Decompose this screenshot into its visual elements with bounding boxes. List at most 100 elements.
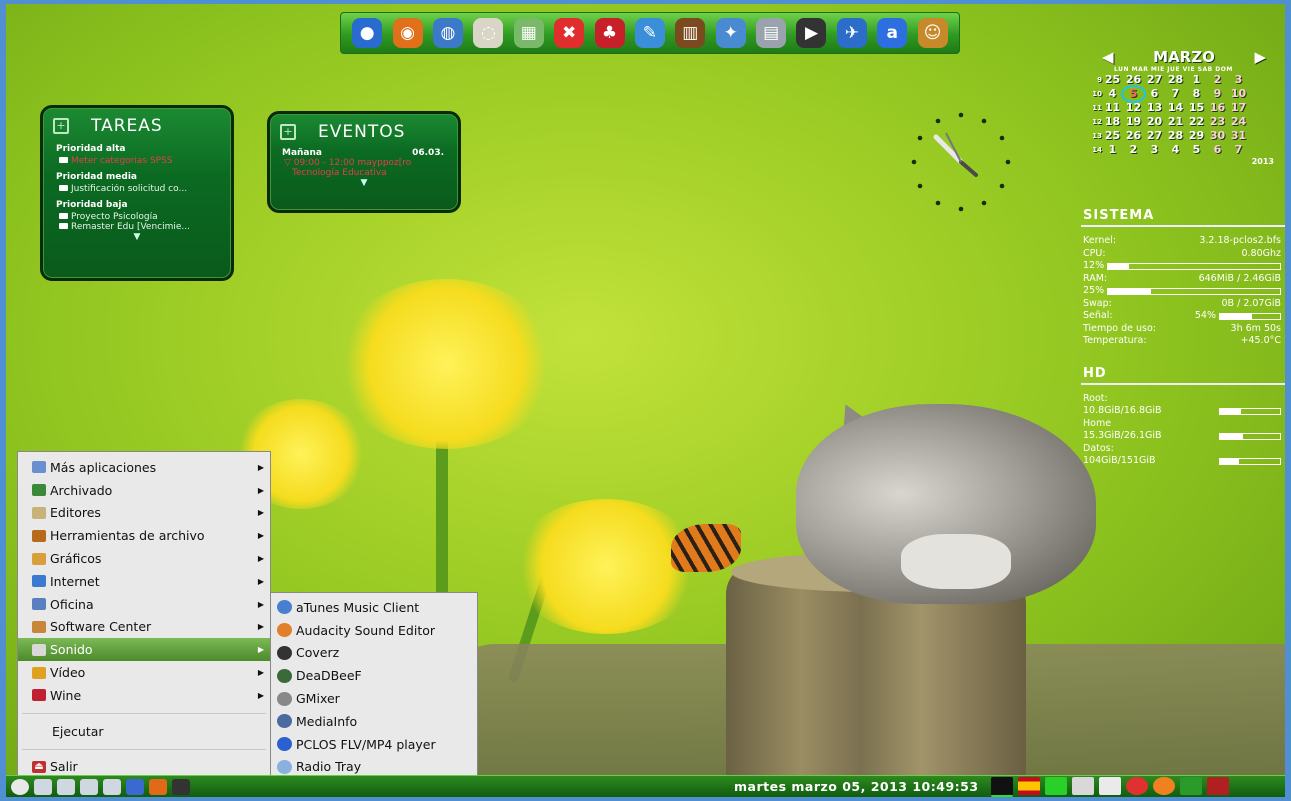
task-item[interactable]: Remaster Edu [Vencimie...: [43, 222, 231, 232]
submenu-item-deadbeef[interactable]: DeaDBeeF: [271, 664, 477, 687]
event-item[interactable]: ▽ 09:00 - 12:00 mayppoz[ro: [270, 158, 458, 168]
umplayer-icon[interactable]: ▶: [796, 18, 827, 48]
submenu-item-audacity-sound-editor[interactable]: Audacity Sound Editor: [271, 619, 477, 642]
calendar-day[interactable]: 15: [1186, 101, 1207, 115]
calendar-day[interactable]: 1: [1102, 143, 1123, 157]
calendar-day[interactable]: 7: [1228, 143, 1249, 157]
calendar-day[interactable]: 20: [1144, 115, 1165, 129]
menu-item-software-center[interactable]: Software Center ▶: [18, 616, 270, 639]
calendar-day[interactable]: 3: [1144, 143, 1165, 157]
library-icon[interactable]: ▥: [675, 18, 706, 48]
calendar-day[interactable]: 28: [1165, 129, 1186, 143]
calendar-day[interactable]: 27: [1144, 73, 1165, 87]
menu-item-herramientas-de-archivo[interactable]: Herramientas de archivo ▶: [18, 524, 270, 547]
expand-chevron-icon[interactable]: ▼: [270, 178, 458, 188]
calendar-day[interactable]: 1: [1186, 73, 1207, 87]
calendar-day[interactable]: 31: [1228, 129, 1249, 143]
calendar-day[interactable]: 29: [1186, 129, 1207, 143]
menu-item-oficina[interactable]: Oficina ▶: [18, 593, 270, 616]
network-icon[interactable]: [57, 779, 75, 795]
printer-icon[interactable]: ▤: [756, 18, 787, 48]
menu-item-sonido[interactable]: Sonido ▶: [18, 638, 270, 662]
monkey-icon[interactable]: ☺: [917, 18, 948, 48]
calendar-day[interactable]: 22: [1186, 115, 1207, 129]
calendar-day[interactable]: 16: [1207, 101, 1228, 115]
calendar-day[interactable]: 18: [1102, 115, 1123, 129]
show-desktop-icon[interactable]: [34, 779, 52, 795]
browser-icon[interactable]: [126, 779, 144, 795]
calendar-day[interactable]: 2: [1207, 73, 1228, 87]
calendar-day[interactable]: 6: [1207, 143, 1228, 157]
calendar-day[interactable]: 2: [1123, 143, 1144, 157]
calendar-day[interactable]: 5: [1186, 143, 1207, 157]
task-item[interactable]: Meter categorias SPSS: [43, 156, 231, 166]
calendar-day[interactable]: 5: [1121, 85, 1146, 103]
menu-item-más-aplicaciones[interactable]: Más aplicaciones ▶: [18, 456, 270, 479]
calendar-day[interactable]: 8: [1186, 87, 1207, 101]
calendar-day[interactable]: 23: [1207, 115, 1228, 129]
writer-icon[interactable]: ✎: [634, 18, 665, 48]
calendar-day[interactable]: 7: [1165, 87, 1186, 101]
taskbar-clock[interactable]: martes marzo 05, 2013 10:49:53: [734, 779, 979, 794]
file-manager-icon[interactable]: [80, 779, 98, 795]
firefox-taskbar-icon[interactable]: [149, 779, 167, 795]
volume-icon[interactable]: [1099, 777, 1121, 795]
calendar-day[interactable]: 6: [1144, 87, 1165, 101]
task-item[interactable]: Justificación solicitud co...: [43, 184, 231, 194]
start-button-icon[interactable]: [11, 779, 29, 795]
calendar-day[interactable]: 26: [1123, 73, 1144, 87]
clipboard-icon[interactable]: [1072, 777, 1094, 795]
notification-icon[interactable]: [1153, 777, 1175, 795]
wifi-icon[interactable]: [1180, 777, 1202, 795]
spain-flag-icon[interactable]: [1018, 777, 1040, 795]
xmind-icon[interactable]: ✖: [554, 18, 585, 48]
menu-item-editores[interactable]: Editores ▶: [18, 502, 270, 525]
power-icon[interactable]: [1207, 777, 1229, 795]
submenu-item-pclos-flv-mp4-player[interactable]: PCLOS FLV/MP4 player: [271, 733, 477, 756]
calendar-day[interactable]: 25: [1102, 73, 1123, 87]
gnome-icon[interactable]: ✦: [715, 18, 746, 48]
expand-chevron-icon[interactable]: ▼: [43, 232, 231, 242]
menu-item-vídeo[interactable]: Vídeo ▶: [18, 661, 270, 684]
calendar-day[interactable]: 19: [1123, 115, 1144, 129]
security-icon[interactable]: [1126, 777, 1148, 795]
monitor-icon[interactable]: [172, 779, 190, 795]
thunderbird-icon[interactable]: ◍: [432, 18, 463, 48]
calendar-day[interactable]: 12: [1123, 101, 1144, 115]
calendar-day[interactable]: 10: [1228, 87, 1249, 101]
azureus-icon[interactable]: a: [877, 18, 908, 48]
calendar-day[interactable]: 28: [1165, 73, 1186, 87]
calendar-day[interactable]: 27: [1144, 129, 1165, 143]
add-event-icon[interactable]: +: [280, 124, 296, 140]
cherry-icon[interactable]: ♣: [594, 18, 625, 48]
firefox-icon[interactable]: ◉: [392, 18, 423, 48]
prev-month-icon[interactable]: ◀: [1102, 48, 1114, 66]
calendar-day[interactable]: 4: [1165, 143, 1186, 157]
terminal-icon[interactable]: [103, 779, 121, 795]
menu-item-internet[interactable]: Internet ▶: [18, 570, 270, 593]
chrome-icon[interactable]: ◌: [473, 18, 504, 48]
submenu-item-atunes-music-client[interactable]: aTunes Music Client: [271, 596, 477, 619]
calendar-day[interactable]: 13: [1144, 101, 1165, 115]
calendar-day[interactable]: 26: [1123, 129, 1144, 143]
task-item[interactable]: Proyecto Psicología: [43, 212, 231, 222]
calendar-day[interactable]: 24: [1228, 115, 1249, 129]
calendar-day[interactable]: 11: [1102, 101, 1123, 115]
calendar-day[interactable]: 17: [1228, 101, 1249, 115]
calculator-icon[interactable]: ▦: [513, 18, 544, 48]
calendar-day[interactable]: 9: [1207, 87, 1228, 101]
calendar-day[interactable]: 3: [1228, 73, 1249, 87]
menu-item-archivado[interactable]: Archivado ▶: [18, 479, 270, 502]
submenu-item-gmixer[interactable]: GMixer: [271, 687, 477, 710]
calendar-day[interactable]: 4: [1102, 87, 1123, 101]
next-month-icon[interactable]: ▶: [1254, 48, 1266, 66]
calendar-day[interactable]: 21: [1165, 115, 1186, 129]
calendar-day[interactable]: 30: [1207, 129, 1228, 143]
network-tool-icon[interactable]: ✈: [836, 18, 867, 48]
cpu-graph-icon[interactable]: [991, 777, 1013, 797]
add-task-icon[interactable]: +: [53, 118, 69, 134]
users-icon[interactable]: ●: [352, 18, 383, 48]
submenu-item-coverz[interactable]: Coverz: [271, 642, 477, 665]
menu-item-gráficos[interactable]: Gráficos ▶: [18, 547, 270, 570]
calendar-day[interactable]: 14: [1165, 101, 1186, 115]
